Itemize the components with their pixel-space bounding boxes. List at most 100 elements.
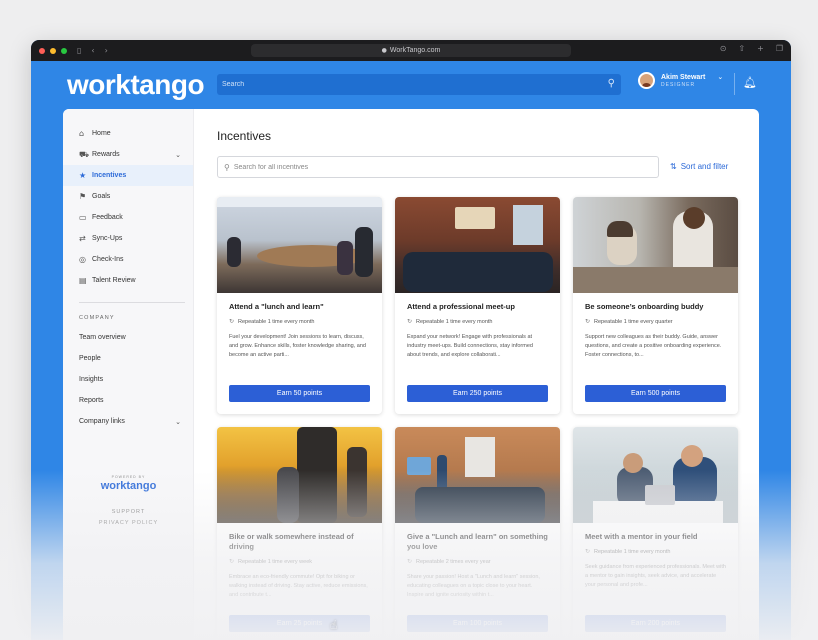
avatar[interactable] [638,72,655,89]
header-divider [734,73,735,95]
minimize-window-button[interactable] [50,47,56,54]
address-bar[interactable]: ● WorkTango.com [251,44,571,57]
global-search[interactable]: ⚲ [217,74,621,95]
incentive-photo [573,197,738,293]
sidebar-item-people[interactable]: People [63,348,193,369]
incentive-repeat: Repeatable 1 time every month [594,548,671,555]
powered-by-label: POWERED BY [111,475,146,479]
sidebar-item-label: Home [92,130,111,137]
sidebar-item-home[interactable]: ⌂ Home [63,123,193,144]
sidebar-item-label: Team overview [79,334,126,341]
worktango-logo[interactable]: worktango [67,69,205,101]
incentive-card[interactable]: Bike or walk somewhere instead of drivin… [217,427,382,640]
pointer-cursor-icon: ☝ [330,618,338,632]
sidebar-item-goals[interactable]: ⚑ Goals [63,186,193,207]
sidebar-item-incentives[interactable]: ★ Incentives [63,165,193,186]
incentive-description: Seek guidance from experienced professio… [585,564,726,588]
sidebar-item-label: Reports [79,397,104,404]
bell-icon[interactable]: 🔔︎ [743,76,757,89]
sidebar-item-team-overview[interactable]: Team overview [63,327,193,348]
sidebar-item-label: Company links [79,418,125,425]
maximize-window-button[interactable] [61,47,67,54]
incentive-repeat: Repeatable 2 times every year [416,558,491,565]
repeat-icon: ↻ [229,318,235,326]
share-icon[interactable]: ⇧ [738,44,745,53]
back-icon[interactable]: ‹ [91,46,94,55]
support-link[interactable]: SUPPORT [63,507,194,518]
forward-icon[interactable]: › [105,46,108,55]
sidebar-item-talent-review[interactable]: ▤ Talent Review [63,270,193,291]
user-menu[interactable]: Akim Stewart DESIGNER ⌄ [638,72,723,89]
repeat-icon: ↻ [407,558,413,566]
sidebar-item-check-ins[interactable]: ◎ Check-Ins [63,249,193,270]
incentive-photo [573,427,738,523]
sidebar-item-insights[interactable]: Insights [63,369,193,390]
feedback-icon: ▭ [79,213,87,222]
earn-points-button[interactable]: Earn 250 points [407,385,548,402]
app-header: worktango ⚲ Akim Stewart DESIGNER ⌄ 🔔︎ [31,61,791,108]
incentive-photo [395,427,560,523]
incentive-description: Share your passion! Host a "Lunch and le… [407,574,540,598]
cart-icon: ⛟ [79,149,90,159]
incentive-card[interactable]: Attend a professional meet-up ↻ Repeatable… [395,197,560,414]
incentive-photo [395,197,560,293]
incentive-description: Fuel your development! Join sessions to … [229,334,366,358]
footer-links: SUPPORT PRIVACY POLICY [63,507,194,529]
chevron-down-icon[interactable]: ⌄ [175,418,181,426]
repeat-icon: ↻ [585,548,591,556]
sidebar-toggle-icon[interactable]: ▯ [77,46,81,55]
download-icon[interactable]: ⊙ [720,44,727,53]
incentive-grid: Attend a "lunch and learn" ↻ Repeatable 1 … [217,197,738,640]
earn-points-button[interactable]: Earn 500 points [585,385,726,402]
browser-window: ▯ ‹ › ● WorkTango.com ⊙ ⇧ + ❐ worktango … [31,40,791,640]
new-tab-icon[interactable]: + [757,44,764,53]
sidebar-item-rewards[interactable]: ⛟ Rewards ⌄ [63,144,193,165]
sidebar-item-reports[interactable]: Reports [63,390,193,411]
earn-points-button[interactable]: Earn 25 points [229,615,370,632]
sidebar-item-sync-ups[interactable]: ⇄ Sync-Ups [63,228,193,249]
url-text: WorkTango.com [389,47,441,54]
global-search-input[interactable] [222,81,602,88]
chevron-down-icon[interactable]: ⌄ [717,73,723,81]
repeat-icon: ↻ [585,318,591,326]
sidebar-item-label: Feedback [92,214,123,221]
incentive-repeat: Repeatable 1 time every month [416,318,493,325]
earn-points-button[interactable]: Earn 100 points [407,615,548,632]
sidebar-item-feedback[interactable]: ▭ Feedback [63,207,193,228]
close-window-button[interactable] [39,47,45,54]
company-section-title: COMPANY [79,315,115,321]
content-panel: ⌂ Home ⛟ Rewards ⌄ ★ Incentives ⚑ Goals ▭ Feedback… [63,109,759,640]
sync-icon: ⇄ [79,234,86,243]
home-icon: ⌂ [79,129,85,138]
chevron-down-icon[interactable]: ⌄ [175,151,181,159]
earn-points-button[interactable]: Earn 50 points [229,385,370,402]
sidebar-item-company-links[interactable]: Company links ⌄ [63,411,193,432]
privacy-policy-link[interactable]: PRIVACY POLICY [63,518,194,529]
sort-and-filter-button[interactable]: ⇅ Sort and filter [670,162,728,171]
incentive-repeat: Repeatable 1 time every quarter [594,318,673,325]
footer-logo[interactable]: worktango [63,480,194,492]
incentive-photo [217,427,382,523]
sidebar: ⌂ Home ⛟ Rewards ⌄ ★ Incentives ⚑ Goals ▭ Feedback… [63,109,194,640]
incentive-title: Be someone’s onboarding buddy [585,302,704,311]
earn-points-button[interactable]: Earn 200 points [585,615,726,632]
sidebar-item-label: Insights [79,376,104,383]
page-title: Incentives [217,129,272,143]
incentive-search[interactable]: ⚲ [217,156,659,178]
sidebar-item-label: Sync-Ups [92,235,123,242]
repeat-icon: ↻ [407,318,413,326]
sidebar-item-label: Rewards [92,151,120,158]
sidebar-item-label: People [79,355,101,362]
search-icon[interactable]: ⚲ [608,78,615,89]
tabs-icon[interactable]: ❐ [776,44,783,53]
lock-icon: ● [381,47,387,54]
incentive-title: Give a "Lunch and learn" on something yo… [407,532,548,552]
incentive-description: Support new colleagues as their buddy. G… [585,334,722,358]
incentive-card[interactable]: Meet with a mentor in your field ↻ Repeata… [573,427,738,640]
incentive-card[interactable]: Attend a "lunch and learn" ↻ Repeatable 1 … [217,197,382,414]
incentive-card[interactable]: Be someone’s onboarding buddy ↻ Repeatable… [573,197,738,414]
incentive-title: Meet with a mentor in your field [585,532,698,541]
checkin-icon: ◎ [79,255,86,264]
incentive-search-input[interactable] [233,163,634,171]
incentive-card[interactable]: Give a "Lunch and learn" on something yo… [395,427,560,640]
